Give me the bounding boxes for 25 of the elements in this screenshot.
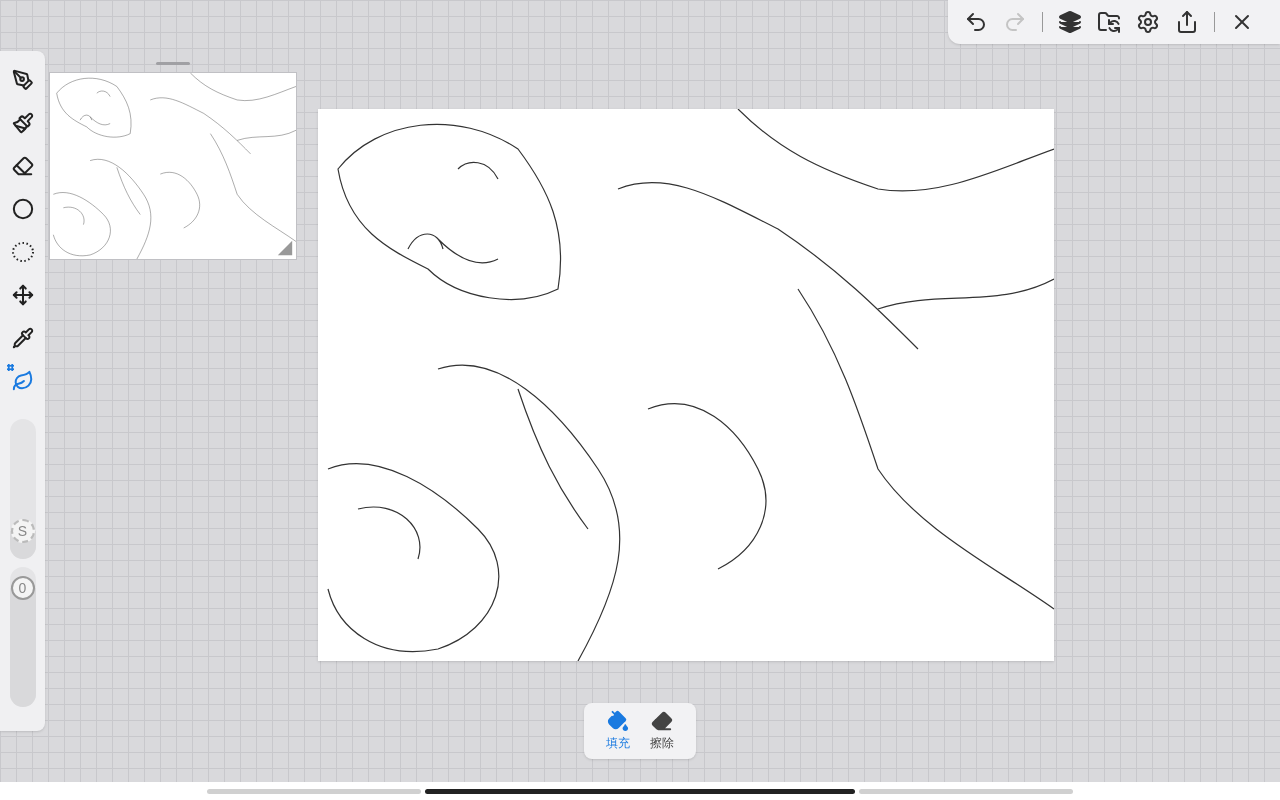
fill-mode-button[interactable]: 填充: [606, 710, 630, 752]
resize-corner-icon[interactable]: [276, 239, 294, 257]
eraser-icon: [651, 710, 673, 732]
leaf-icon: [11, 370, 34, 392]
slider-thumb[interactable]: 0: [10, 576, 35, 600]
slider-thumb[interactable]: S: [10, 519, 35, 543]
folder-button[interactable]: [1097, 10, 1121, 34]
paint-bucket-icon: [607, 710, 629, 732]
circle-icon: [11, 198, 34, 220]
undo-button[interactable]: [964, 10, 988, 34]
selected-dots-icon: [6, 364, 14, 371]
drag-handle[interactable]: [156, 62, 190, 65]
page-indicator[interactable]: [425, 788, 855, 794]
dotted-lasso-icon: [10, 240, 35, 264]
erase-mode-button[interactable]: 擦除: [650, 710, 674, 752]
settings-button[interactable]: [1136, 10, 1160, 34]
share-button[interactable]: [1175, 10, 1199, 34]
pen-icon: [11, 69, 34, 91]
brush-icon: [11, 112, 34, 134]
move-arrows-icon: [11, 284, 34, 306]
eraser-icon: [11, 155, 34, 177]
layers-button[interactable]: [1058, 10, 1082, 34]
opacity-slider[interactable]: 0: [9, 567, 36, 707]
eyedropper-icon: [11, 327, 34, 349]
size-slider[interactable]: S: [9, 419, 36, 559]
